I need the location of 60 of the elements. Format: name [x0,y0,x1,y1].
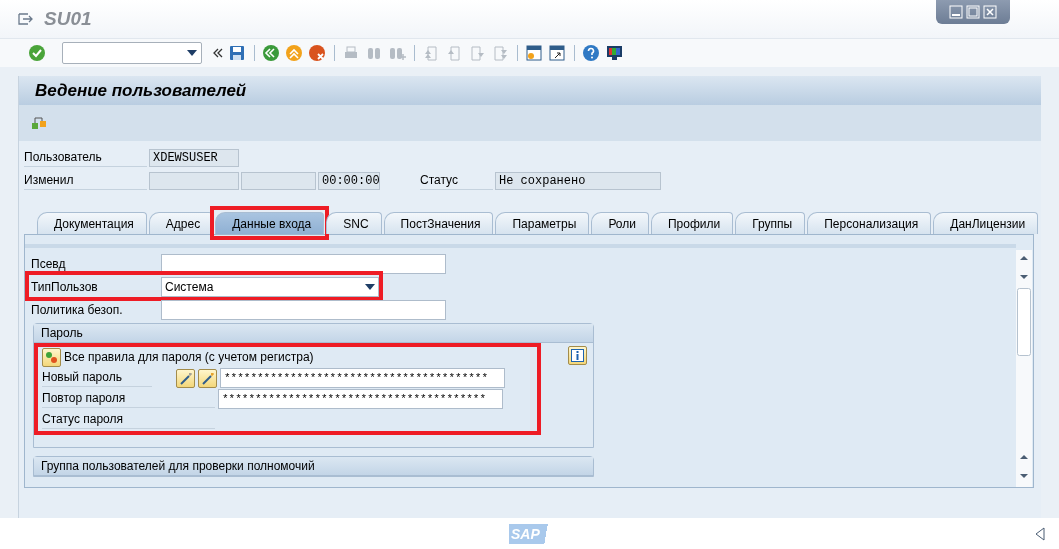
close-icon[interactable] [983,5,997,19]
triangle-icon[interactable] [1035,526,1045,541]
magic-wand-icon [201,371,214,385]
traffic-light-icon [45,350,58,364]
info-icon [571,349,584,362]
caret-icon [365,284,375,290]
rules-text: Все правила для пароля (с учетом регистра) [64,350,314,364]
exit-icon[interactable] [18,12,34,26]
rules-button[interactable] [42,347,61,367]
field-label: ТипПользов [31,280,99,294]
field-label: Псевд [31,257,67,271]
wand-button[interactable] [198,368,217,388]
group-title: Группа пользователей для проверки полномочий [34,457,593,476]
back-icon[interactable] [262,44,281,62]
collapse-icon[interactable] [212,47,224,59]
tab[interactable]: Профили [651,212,734,234]
tab[interactable]: Данные входа [215,212,325,234]
shortcut-icon[interactable] [548,44,567,62]
caret-icon [187,50,197,56]
input-field[interactable] [161,300,446,320]
tab[interactable]: SNC [326,212,382,234]
wand-button[interactable] [176,368,195,388]
save-icon[interactable] [228,44,247,62]
dropdown-field[interactable]: Система [161,277,379,297]
enter-icon[interactable] [28,44,46,62]
field-label: Политика безоп. [31,303,124,317]
exit-icon[interactable] [285,44,304,62]
tab[interactable]: Персонализация [807,212,932,234]
tab[interactable]: Роли [591,212,649,234]
tab[interactable]: ПостЗначения [383,212,494,234]
field-label: Пользователь [24,149,147,167]
scrollbar-thumb[interactable] [1016,288,1032,356]
window-title: SU01 [44,8,92,30]
user-field: XDEWSUSER [149,149,239,167]
time-field: 00:00:00 [318,172,380,190]
tab[interactable]: Параметры [495,212,590,234]
monitor-icon[interactable] [605,44,624,62]
field-label: Статус [420,172,493,190]
status-field: Не сохранено [495,172,661,190]
tab[interactable]: Группы [735,212,806,234]
minimize-icon[interactable] [949,5,963,19]
password-field[interactable]: **************************************** [220,368,505,388]
screen-title: Ведение пользователей [35,80,247,101]
maximize-icon[interactable] [966,5,980,19]
field-label: Изменил [24,172,147,190]
input-field[interactable] [161,254,446,274]
cancel-icon[interactable] [308,44,327,62]
help-icon[interactable] [582,44,601,62]
tab[interactable]: ДанЛицензии [933,212,1039,234]
command-field[interactable] [62,42,202,64]
tab[interactable]: Документация [37,212,147,234]
field-label: Повтор пароля [42,390,215,408]
info-button[interactable] [568,346,587,365]
field-label: Новый пароль [42,369,152,387]
magic-wand-icon [179,371,192,385]
password-field[interactable]: **************************************** [218,389,503,409]
group-title: Пароль [34,324,593,343]
hierarchy-icon[interactable] [31,115,47,131]
new-window-icon[interactable] [525,44,544,62]
field-label: Статус пароля [42,411,215,429]
